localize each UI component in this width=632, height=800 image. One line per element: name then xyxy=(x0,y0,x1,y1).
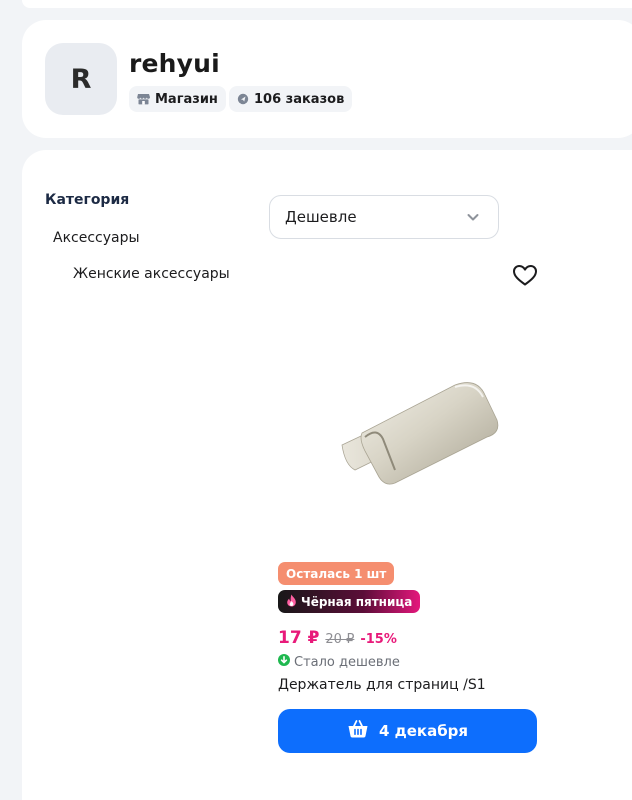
price-row: 17 ₽ 20 ₽ -15% xyxy=(278,628,397,648)
price-drop-note: Стало дешевле xyxy=(278,654,400,670)
category-link-accessories[interactable]: Аксессуары xyxy=(53,230,140,246)
fire-icon xyxy=(286,594,297,610)
promo-badge-label: Чёрная пятница xyxy=(301,594,413,609)
stock-badge: Осталась 1 шт xyxy=(278,562,395,585)
basket-icon xyxy=(347,719,369,743)
promo-badge: Чёрная пятница xyxy=(278,590,421,613)
orders-icon xyxy=(237,93,249,105)
old-price: 20 ₽ xyxy=(325,632,355,647)
heart-icon[interactable] xyxy=(512,263,538,291)
shop-header-card: R rehyui Магазин 106 заказов xyxy=(22,20,632,138)
product-image[interactable] xyxy=(337,375,507,504)
cart-button-label: 4 декабря xyxy=(378,722,469,740)
sort-select-value: Дешевле xyxy=(285,208,357,226)
category-link-womens-accessories[interactable]: Женские аксессуары xyxy=(73,266,230,282)
price-drop-label: Стало дешевле xyxy=(294,654,400,670)
orders-count-label: 106 заказов xyxy=(254,91,345,107)
add-to-cart-button[interactable]: 4 декабря xyxy=(278,709,537,753)
shop-type-chip: Магазин xyxy=(129,86,226,112)
current-price: 17 ₽ xyxy=(278,628,320,648)
top-card-edge xyxy=(22,0,632,8)
chevron-down-icon xyxy=(466,210,480,228)
store-icon xyxy=(137,93,150,105)
sort-select[interactable]: Дешевле xyxy=(269,195,499,239)
category-heading: Категория xyxy=(45,192,130,208)
shop-type-label: Магазин xyxy=(155,91,218,107)
arrow-down-circle-icon xyxy=(278,654,290,670)
shop-avatar[interactable]: R xyxy=(45,43,117,115)
catalog-card: Категория Аксессуары Женские аксессуары … xyxy=(22,150,632,800)
discount-percent: -15% xyxy=(360,632,397,647)
shop-name: rehyui xyxy=(129,49,220,78)
orders-count-chip: 106 заказов xyxy=(229,86,353,112)
product-name[interactable]: Держатель для страниц /S1 xyxy=(278,677,486,693)
